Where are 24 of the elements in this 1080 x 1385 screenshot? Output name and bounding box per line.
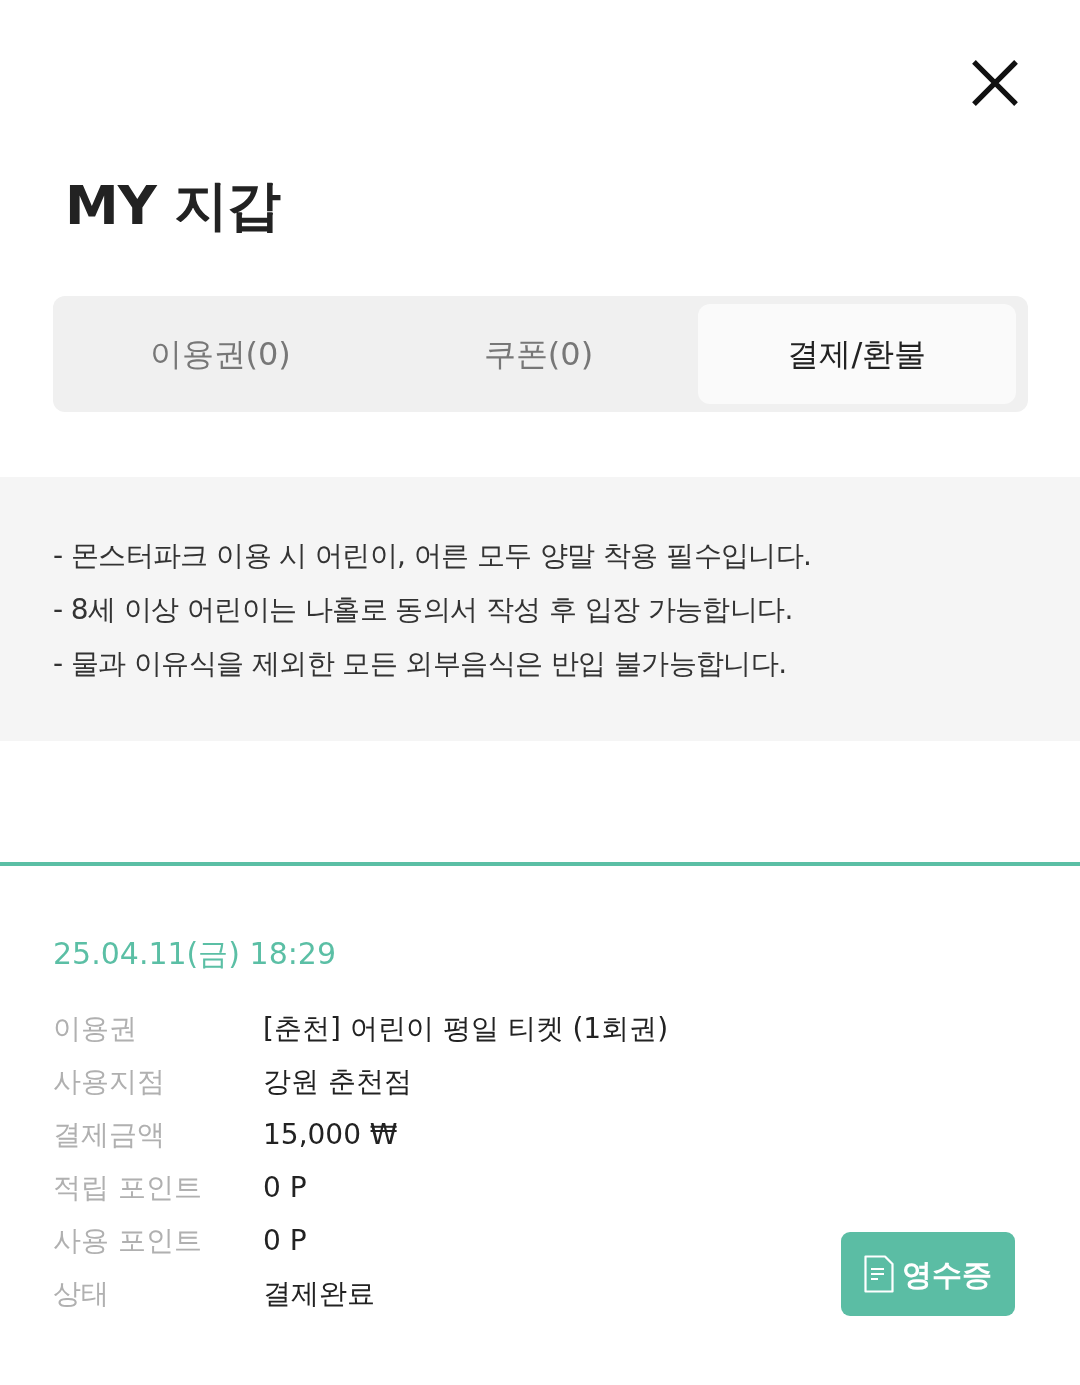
tab[interactable]: 쿠폰(0)	[379, 304, 698, 404]
detail-value: [춘천] 어린이 평일 티켓 (1회권)	[263, 1011, 669, 1047]
detail-value: 0 P	[263, 1223, 307, 1259]
detail-label: 상태	[53, 1277, 109, 1310]
notice-text: - 몬스터파크 이용 시 어린이, 어른 모두 양말 착용 필수입니다.	[53, 538, 812, 574]
close-button[interactable]	[972, 60, 1018, 106]
detail-label: 적립 포인트	[53, 1171, 202, 1204]
receipt-button[interactable]: 영수증	[841, 1232, 1015, 1316]
page-title: MY 지갑	[65, 174, 280, 239]
detail-label: 사용지점	[53, 1065, 165, 1098]
payment-date: 25.04.11(금) 18:29	[53, 935, 336, 973]
detail-value: 강원 춘천점	[263, 1064, 412, 1100]
detail-label: 결제금액	[53, 1118, 165, 1151]
notice-text: - 8세 이상 어린이는 나홀로 동의서 작성 후 입장 가능합니다.	[53, 592, 793, 628]
close-icon	[972, 60, 1018, 106]
document-icon	[864, 1255, 894, 1293]
detail-value: 0 P	[263, 1170, 307, 1206]
detail-value: 15,000 ₩	[263, 1117, 398, 1153]
tab[interactable]: 결제/환불	[697, 304, 1016, 404]
notice-text: - 물과 이유식을 제외한 모든 외부음식은 반입 불가능합니다.	[53, 646, 787, 682]
tab[interactable]: 이용권(0)	[61, 304, 380, 404]
detail-label: 이용권	[53, 1012, 137, 1045]
detail-label: 사용 포인트	[53, 1224, 202, 1257]
detail-value: 결제완료	[263, 1276, 375, 1312]
